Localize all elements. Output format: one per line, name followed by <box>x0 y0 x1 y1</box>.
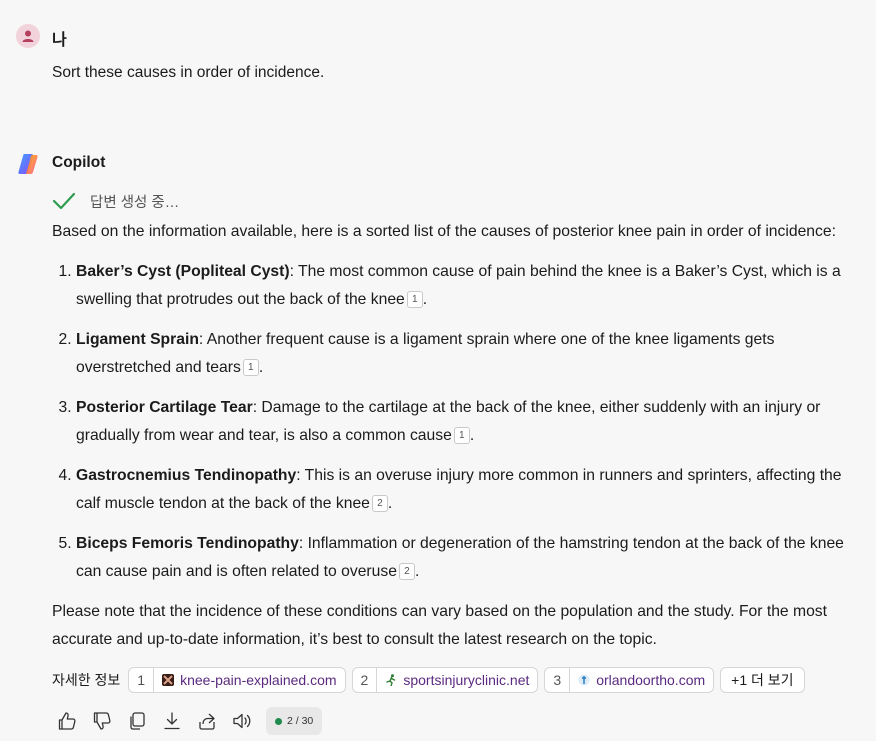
list-item: Posterior Cartilage Tear: Damage to the … <box>76 394 862 450</box>
status-dot <box>275 717 282 725</box>
source-chip-2[interactable]: 2 sportsinjuryclinic.net <box>351 667 539 693</box>
assistant-answer: Based on the information available, here… <box>52 218 862 654</box>
list-item-term: Baker’s Cyst (Popliteal Cyst) <box>76 263 290 280</box>
status-text: 답변 생성 중… <box>90 194 180 211</box>
copilot-logo-icon <box>16 152 40 176</box>
user-avatar <box>16 24 40 48</box>
list-item-term: Gastrocnemius Tendinopathy <box>76 467 297 484</box>
list-item-term: Ligament Sprain <box>76 331 199 348</box>
sources-row: 자세한 정보 1 knee-pain-explained.com 2 sport… <box>52 667 805 693</box>
copy-icon[interactable] <box>126 710 148 732</box>
show-more-sources-button[interactable]: +1 더 보기 <box>720 667 805 693</box>
thumbs-up-icon[interactable] <box>56 710 78 732</box>
list-item: Baker’s Cyst (Popliteal Cyst): The most … <box>76 258 862 314</box>
knee-favicon-icon <box>162 674 175 686</box>
runner-favicon-icon <box>386 674 396 686</box>
response-counter-text: 2 / 30 <box>287 715 314 727</box>
assistant-name: Copilot <box>52 154 106 171</box>
answer-intro: Based on the information available, here… <box>52 223 836 240</box>
citation-badge[interactable]: 1 <box>406 291 423 308</box>
sources-label: 자세한 정보 <box>52 672 121 688</box>
user-name: 나 <box>52 32 67 49</box>
message-actions: 2 / 30 <box>56 707 323 735</box>
user-message: Sort these causes in order of incidence. <box>52 64 325 81</box>
citation-badge[interactable]: 1 <box>242 359 259 376</box>
response-counter: 2 / 30 <box>266 707 323 735</box>
list-item-term: Biceps Femoris Tendinopathy <box>76 535 299 552</box>
citation-badge[interactable]: 1 <box>453 427 470 444</box>
citation-badge[interactable]: 2 <box>371 495 388 512</box>
source-chip-1[interactable]: 1 knee-pain-explained.com <box>128 667 346 693</box>
answer-closing: Please note that the incidence of these … <box>52 603 827 648</box>
source-chip-3[interactable]: 3 orlandoortho.com <box>544 667 715 693</box>
divider <box>376 668 378 692</box>
thumbs-down-icon[interactable] <box>91 710 113 732</box>
divider <box>153 668 155 692</box>
download-icon[interactable] <box>161 710 183 732</box>
list-item: Ligament Sprain: Another frequent cause … <box>76 326 862 382</box>
source-site: sportsinjuryclinic.net <box>403 672 530 688</box>
share-icon[interactable] <box>196 710 218 732</box>
ortho-favicon-icon <box>578 674 590 686</box>
source-site: orlandoortho.com <box>596 672 706 688</box>
read-aloud-icon[interactable] <box>231 710 253 732</box>
source-site: knee-pain-explained.com <box>180 672 337 688</box>
citation-badge[interactable]: 2 <box>398 563 415 580</box>
source-number: 1 <box>137 672 146 688</box>
user-icon <box>22 30 34 42</box>
causes-list: Baker’s Cyst (Popliteal Cyst): The most … <box>52 258 862 586</box>
list-item: Biceps Femoris Tendinopathy: Inflammatio… <box>76 530 862 586</box>
source-number: 2 <box>360 672 369 688</box>
checkmark-icon <box>52 192 76 210</box>
generation-status: 답변 생성 중… <box>52 190 179 212</box>
list-item: Gastrocnemius Tendinopathy: This is an o… <box>76 462 862 518</box>
divider <box>569 668 571 692</box>
source-number: 3 <box>553 672 562 688</box>
list-item-term: Posterior Cartilage Tear <box>76 399 253 416</box>
